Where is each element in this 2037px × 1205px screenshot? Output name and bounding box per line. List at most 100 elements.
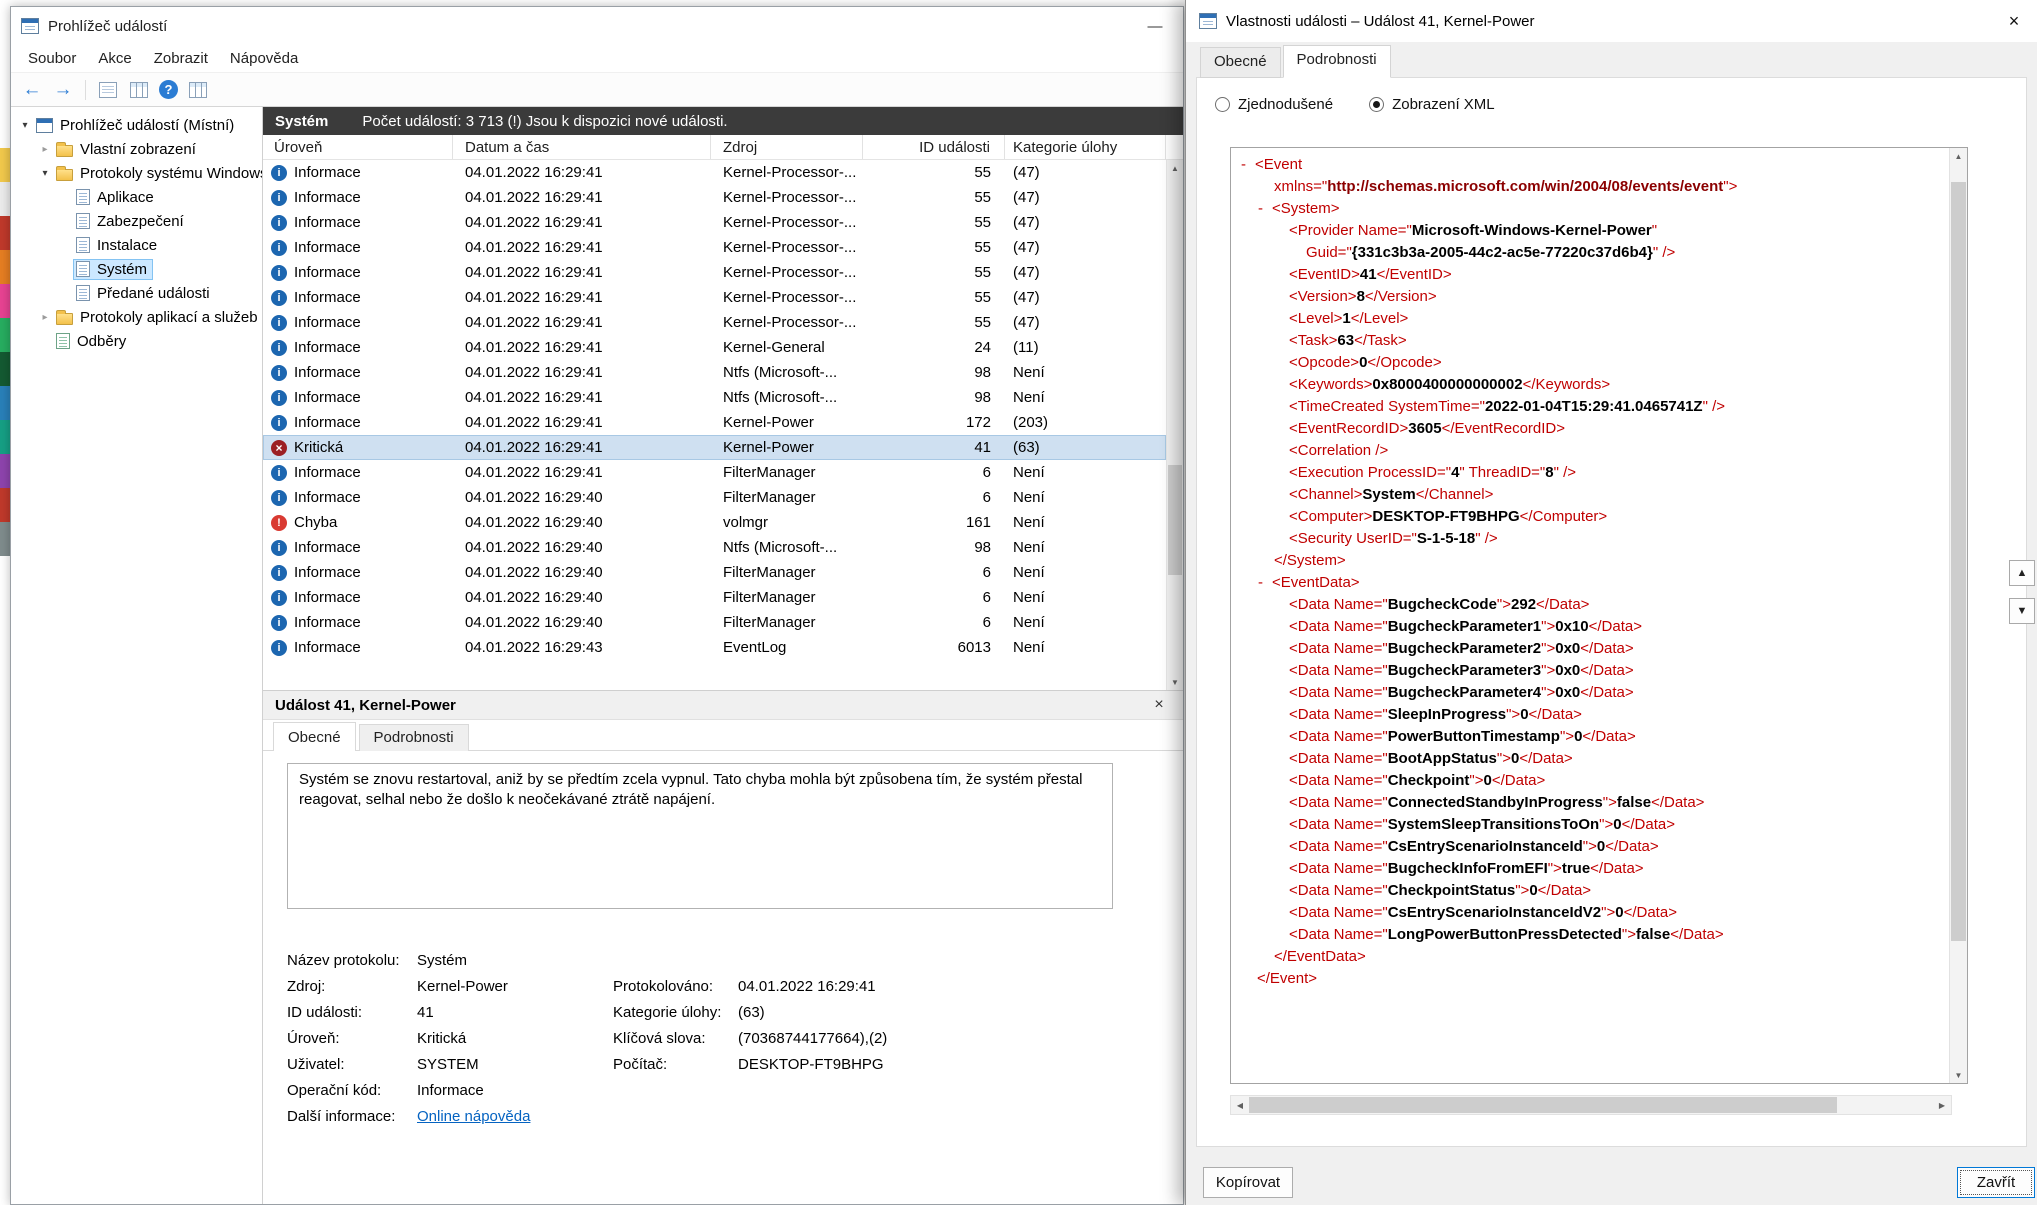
menu-item-zobrazit[interactable]: Zobrazit xyxy=(143,46,219,71)
task-category-cell: Není xyxy=(1005,364,1166,381)
scroll-down-icon[interactable]: ▼ xyxy=(1950,1067,1967,1083)
xml-value: 0 xyxy=(1484,772,1492,789)
scroll-right-icon[interactable]: ▶ xyxy=(1933,1096,1951,1114)
table-row[interactable]: Informace04.01.2022 16:29:40FilterManage… xyxy=(263,585,1166,610)
dialog-titlebar[interactable]: Vlastnosti události – Událost 41, Kernel… xyxy=(1186,0,2037,42)
previous-event-button[interactable]: ▲ xyxy=(2009,560,2035,586)
scrollbar-track[interactable] xyxy=(1249,1096,1933,1114)
scrollbar-thumb[interactable] xyxy=(1168,465,1182,575)
column-header-date[interactable]: Datum a čas xyxy=(453,135,711,159)
xml-markup: </Data> xyxy=(1536,596,1589,613)
tab-podrobnosti[interactable]: Podrobnosti xyxy=(359,724,469,751)
tab-obecne[interactable]: Obecné xyxy=(273,722,356,751)
help-icon[interactable]: ? xyxy=(159,80,178,99)
detail-row: Název protokolu:Systém xyxy=(287,947,1183,973)
field-value: Systém xyxy=(417,952,613,969)
table-vertical-scrollbar[interactable]: ▲ ▼ xyxy=(1166,160,1183,690)
menu-item-akce[interactable]: Akce xyxy=(87,46,142,71)
tree-item-prohlizec-udalosti-mistni[interactable]: ▾Prohlížeč událostí (Místní) xyxy=(11,113,262,137)
xml-markup: <Data Name=" xyxy=(1289,662,1388,679)
table-row[interactable]: Informace04.01.2022 16:29:41FilterManage… xyxy=(263,460,1166,485)
expander-open-icon[interactable]: ▾ xyxy=(17,120,33,131)
copy-button[interactable]: Kopírovat xyxy=(1203,1167,1293,1198)
table-row[interactable]: Informace04.01.2022 16:29:41Kernel-Proce… xyxy=(263,210,1166,235)
properties-icon[interactable] xyxy=(130,82,148,98)
collapse-toggle-icon[interactable]: - xyxy=(1241,154,1255,176)
xml-markup: <Data Name=" xyxy=(1289,618,1388,635)
tree-item-zabezpeceni[interactable]: Zabezpečení xyxy=(11,209,262,233)
preview-close-icon[interactable]: × xyxy=(1147,696,1171,714)
level-label: Informace xyxy=(294,389,361,406)
radio-simplified[interactable] xyxy=(1215,97,1230,112)
column-header-task-category[interactable]: Kategorie úlohy xyxy=(1005,135,1166,159)
scrollbar-thumb[interactable] xyxy=(1249,1097,1837,1113)
xml-markup: "> xyxy=(1497,596,1511,613)
xml-markup: " xyxy=(1652,222,1657,239)
table-row[interactable]: Informace04.01.2022 16:29:40FilterManage… xyxy=(263,610,1166,635)
dialog-tab-obecne[interactable]: Obecné xyxy=(1200,47,1281,78)
tree-item-protokoly-aplikaci-a-sluzeb[interactable]: ▸Protokoly aplikací a služeb xyxy=(11,305,262,329)
table-row[interactable]: Informace04.01.2022 16:29:41Kernel-Proce… xyxy=(263,310,1166,335)
event-id-cell: 55 xyxy=(863,164,1005,181)
scroll-up-icon[interactable]: ▲ xyxy=(1167,160,1183,176)
level-label: Informace xyxy=(294,239,361,256)
forward-icon[interactable]: → xyxy=(52,79,74,101)
column-header-event-id[interactable]: ID události xyxy=(863,135,1005,159)
table-row[interactable]: Chyba04.01.2022 16:29:40volmgr161Není xyxy=(263,510,1166,535)
table-row[interactable]: Informace04.01.2022 16:29:41Kernel-Proce… xyxy=(263,260,1166,285)
scrollbar-thumb[interactable] xyxy=(1951,182,1966,941)
scroll-up-icon[interactable]: ▲ xyxy=(1950,148,1967,164)
scrollbar-track[interactable] xyxy=(1950,164,1967,1067)
collapse-toggle-icon[interactable]: - xyxy=(1258,198,1272,220)
dialog-close-button[interactable]: × xyxy=(1991,0,2037,42)
event-viewer-titlebar[interactable]: Prohlížeč událostí — xyxy=(11,7,1183,45)
xml-line: -<Event xyxy=(1237,154,1943,176)
minimize-button[interactable]: — xyxy=(1133,7,1177,45)
scrollbar-track[interactable] xyxy=(1167,176,1183,674)
menu-item-napoveda[interactable]: Nápověda xyxy=(219,46,309,71)
scroll-left-icon[interactable]: ◀ xyxy=(1231,1096,1249,1114)
expander-open-icon[interactable]: ▾ xyxy=(37,168,53,179)
column-header-source[interactable]: Zdroj xyxy=(711,135,863,159)
table-row[interactable]: Informace04.01.2022 16:29:41Kernel-Gener… xyxy=(263,335,1166,360)
table-row[interactable]: Informace04.01.2022 16:29:41Kernel-Power… xyxy=(263,410,1166,435)
tree-item-predane-udalosti[interactable]: Předané události xyxy=(11,281,262,305)
xml-view[interactable]: -<Eventxmlns="http://schemas.microsoft.c… xyxy=(1230,147,1968,1084)
close-button[interactable]: Zavřít xyxy=(1957,1167,2035,1198)
tree-item-vlastni-zobrazeni[interactable]: ▸Vlastní zobrazení xyxy=(11,137,262,161)
table-row[interactable]: Informace04.01.2022 16:29:41Kernel-Proce… xyxy=(263,285,1166,310)
xml-line: <Task>63</Task> xyxy=(1237,330,1943,352)
online-help-link[interactable]: Online nápověda xyxy=(417,1108,613,1125)
table-row[interactable]: Informace04.01.2022 16:29:41Ntfs (Micros… xyxy=(263,360,1166,385)
window-title: Prohlížeč událostí xyxy=(48,18,167,35)
table-row[interactable]: Informace04.01.2022 16:29:41Kernel-Proce… xyxy=(263,235,1166,260)
table-row[interactable]: Informace04.01.2022 16:29:43EventLog6013… xyxy=(263,635,1166,660)
scroll-down-icon[interactable]: ▼ xyxy=(1167,674,1183,690)
export-icon[interactable] xyxy=(99,82,117,98)
table-row[interactable]: Informace04.01.2022 16:29:41Kernel-Proce… xyxy=(263,160,1166,185)
back-icon[interactable]: ← xyxy=(21,79,43,101)
table-row[interactable]: Informace04.01.2022 16:29:41Kernel-Proce… xyxy=(263,185,1166,210)
action-pane-icon[interactable] xyxy=(189,82,207,98)
menu-item-soubor[interactable]: Soubor xyxy=(17,46,87,71)
tree-item-protokoly-systemu-windows[interactable]: ▾Protokoly systému Windows xyxy=(11,161,262,185)
dialog-tab-podrobnosti[interactable]: Podrobnosti xyxy=(1283,45,1391,78)
tree-item-system[interactable]: Systém xyxy=(11,257,262,281)
tree-item-aplikace[interactable]: Aplikace xyxy=(11,185,262,209)
table-row[interactable]: Informace04.01.2022 16:29:40FilterManage… xyxy=(263,560,1166,585)
table-row[interactable]: Kritická04.01.2022 16:29:41Kernel-Power4… xyxy=(263,435,1166,460)
table-row[interactable]: Informace04.01.2022 16:29:41Ntfs (Micros… xyxy=(263,385,1166,410)
column-header-level[interactable]: Úroveň xyxy=(263,135,453,159)
expander-closed-icon[interactable]: ▸ xyxy=(37,144,53,155)
table-row[interactable]: Informace04.01.2022 16:29:40Ntfs (Micros… xyxy=(263,535,1166,560)
tree-item-instalace[interactable]: Instalace xyxy=(11,233,262,257)
next-event-button[interactable]: ▼ xyxy=(2009,598,2035,624)
xml-vertical-scrollbar[interactable]: ▲ ▼ xyxy=(1949,148,1967,1083)
table-row[interactable]: Informace04.01.2022 16:29:40FilterManage… xyxy=(263,485,1166,510)
event-description[interactable]: Systém se znovu restartoval, aniž by se … xyxy=(287,763,1113,909)
tree-item-odbery[interactable]: Odběry xyxy=(11,329,262,353)
xml-horizontal-scrollbar[interactable]: ◀ ▶ xyxy=(1230,1095,1952,1115)
collapse-toggle-icon[interactable]: - xyxy=(1258,572,1272,594)
radio-xml-view[interactable] xyxy=(1369,97,1384,112)
expander-closed-icon[interactable]: ▸ xyxy=(37,312,53,323)
